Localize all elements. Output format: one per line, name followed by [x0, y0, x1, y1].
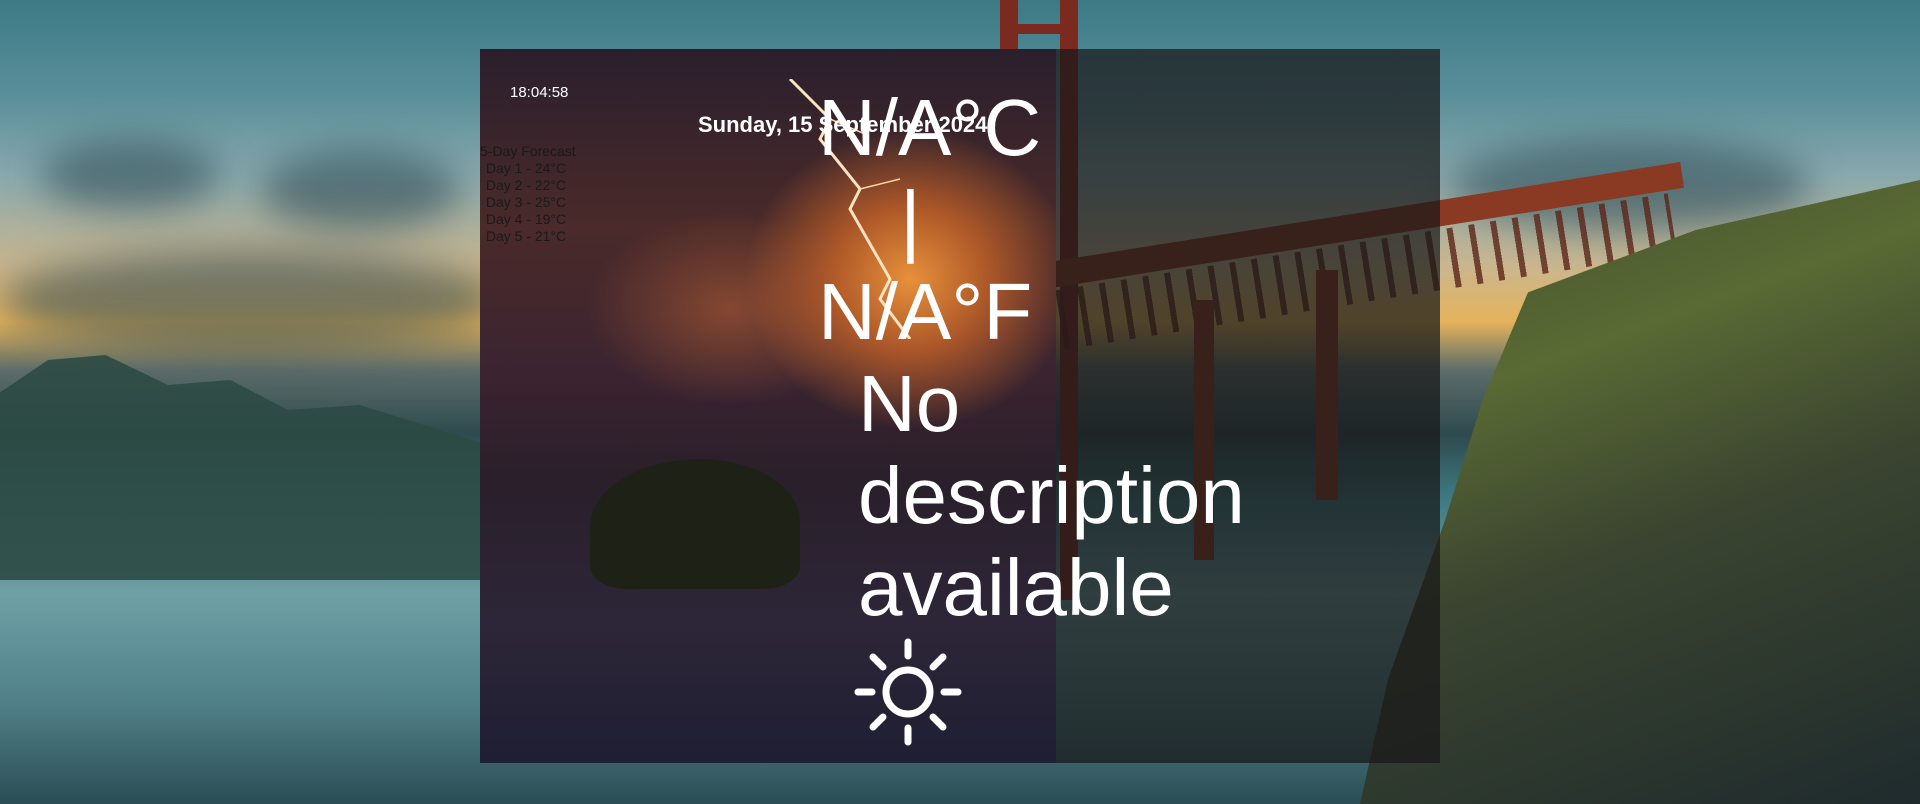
temperature-celsius: N/A°C	[818, 83, 1042, 172]
five-day-forecast: 5-Day Forecast Day 1 - 24°C Day 2 - 22°C…	[480, 143, 576, 245]
forecast-day: Day 1 - 24°C	[485, 160, 567, 176]
clock-time: 18:04:58	[510, 84, 569, 101]
forecast-day: Day 3 - 25°C	[485, 194, 567, 210]
weather-summary: N/A°C | N/A°F No description available	[818, 82, 1245, 634]
forecast-title: 5-Day Forecast	[480, 143, 576, 159]
cloud	[260, 150, 460, 230]
cloud	[40, 140, 220, 210]
temperature-fahrenheit: N/A°F	[818, 267, 1033, 356]
temperature-separator: |	[900, 175, 921, 264]
bridge-tower	[1000, 24, 1078, 34]
forecast-day: Day 2 - 22°C	[485, 177, 567, 193]
weather-description: No description available	[858, 359, 1245, 632]
sun-icon	[854, 638, 962, 746]
forecast-day: Day 4 - 19°C	[485, 211, 567, 227]
island	[590, 459, 800, 589]
forecast-day: Day 5 - 21°C	[485, 228, 567, 244]
mountain	[0, 355, 480, 580]
cloud	[0, 250, 500, 350]
